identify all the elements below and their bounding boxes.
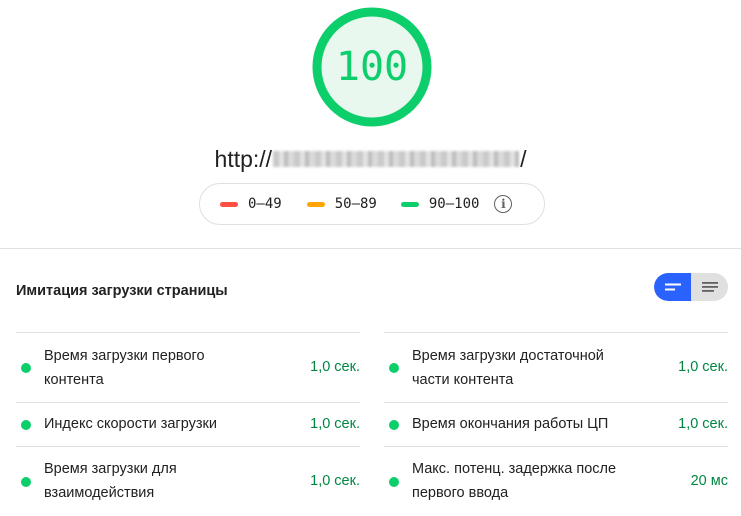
legend-label: 0–49: [248, 196, 282, 212]
score-legend: 0–49 50–89 90–100 i: [199, 183, 545, 225]
list-expanded-icon: [701, 282, 718, 292]
legend-bar-orange: [306, 201, 325, 207]
metric-first-cpu-idle: Время окончания работы ЦП 1,0 сек.: [384, 402, 728, 446]
metric-label: Индекс скорости загрузки: [44, 416, 217, 432]
section-divider: [0, 248, 741, 249]
view-toggle[interactable]: [654, 273, 728, 301]
expanded-view-button[interactable]: [691, 273, 728, 301]
performance-score: 100: [335, 44, 409, 90]
pass-dot: [21, 420, 31, 430]
metric-speed-index: Индекс скорости загрузки 1,0 сек.: [16, 402, 360, 446]
metric-value: 20 мс: [690, 473, 728, 489]
metric-time-to-interactive: Время загрузки для взаимодействия 1,0 се…: [16, 446, 360, 516]
section-title: Имитация загрузки страницы: [16, 283, 228, 299]
list-compact-icon: [664, 283, 681, 291]
metric-value: 1,0 сек.: [310, 416, 360, 432]
info-icon[interactable]: i: [494, 195, 513, 213]
metric-value: 1,0 сек.: [310, 473, 360, 489]
metric-label: Время загрузки первого контента: [44, 348, 205, 388]
pass-dot: [389, 477, 399, 487]
metric-value: 1,0 сек.: [310, 359, 360, 375]
metric-value: 1,0 сек.: [678, 359, 728, 375]
pass-dot: [21, 477, 31, 487]
url-prefix: http://: [214, 146, 273, 172]
url-suffix: /: [520, 146, 527, 172]
metric-first-meaningful-paint: Время загрузки достаточной части контент…: [384, 332, 728, 402]
pass-dot: [21, 363, 31, 373]
metric-max-potential-fid: Макс. потенц. задержка после первого вво…: [384, 446, 728, 516]
legend-label: 50–89: [334, 196, 377, 212]
legend-item-average: 50–89: [306, 196, 377, 212]
legend-label: 90–100: [428, 196, 480, 212]
metric-value: 1,0 сек.: [678, 416, 728, 432]
metric-label: Время загрузки для взаимодействия: [44, 461, 177, 501]
legend-bar-green: [400, 201, 419, 207]
metrics-column-left: Время загрузки первого контента 1,0 сек.…: [16, 332, 360, 516]
metrics-column-right: Время загрузки достаточной части контент…: [384, 332, 728, 516]
legend-bar-red: [220, 201, 238, 207]
tested-url: http:// /: [0, 144, 741, 174]
metric-label: Время загрузки достаточной части контент…: [412, 348, 604, 388]
metric-label: Макс. потенц. задержка после первого вво…: [412, 461, 617, 501]
compact-view-button[interactable]: [654, 273, 691, 301]
url-redacted: [273, 150, 520, 167]
metric-label: Время окончания работы ЦП: [412, 416, 609, 432]
pass-dot: [389, 363, 399, 373]
legend-item-pass: 90–100: [400, 196, 480, 212]
pass-dot: [389, 420, 399, 430]
metric-first-contentful-paint: Время загрузки первого контента 1,0 сек.: [16, 332, 360, 402]
legend-item-fail: 0–49: [220, 196, 282, 212]
